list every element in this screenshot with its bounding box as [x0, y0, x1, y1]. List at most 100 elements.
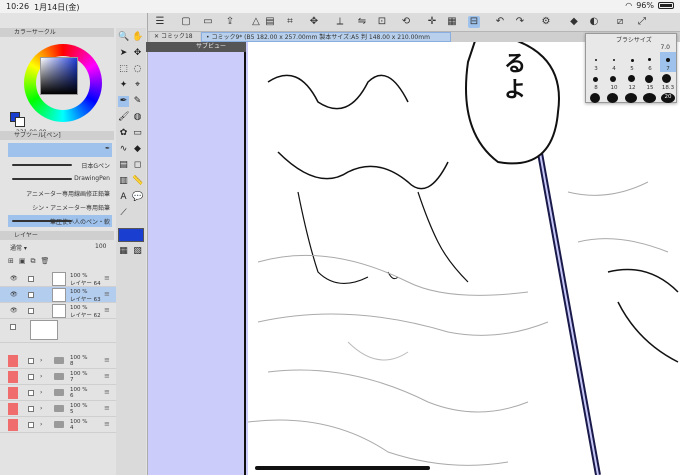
layer-menu-icon[interactable]: ≡: [104, 388, 110, 396]
open-file-icon[interactable]: ▭: [202, 16, 214, 28]
lasso-icon[interactable]: ◌: [132, 64, 143, 75]
select-all-icon[interactable]: ⌗: [284, 16, 296, 28]
eye-icon[interactable]: 👁: [10, 291, 18, 298]
export-icon[interactable]: ⇪: [224, 16, 236, 28]
tab-comic9[interactable]: • コミック9* (B5 182.00 x 257.00mm 製本サイズ:A5 …: [201, 32, 451, 51]
select-icon[interactable]: ⬚: [118, 64, 129, 75]
brush-size-value[interactable]: 7.0: [660, 44, 670, 51]
layer-menu-icon[interactable]: ≡: [104, 420, 110, 428]
delete-layer-icon[interactable]: 🗑: [41, 257, 55, 265]
sub-tool-icons[interactable]: ✒: [8, 143, 112, 157]
layer-menu-icon[interactable]: ≡: [104, 274, 110, 282]
new-layer-icon[interactable]: ⊞: [8, 257, 19, 265]
layer-menu-icon[interactable]: ≡: [104, 290, 110, 298]
canvas-area[interactable]: るよ: [148, 42, 680, 475]
layer-row-paper[interactable]: [0, 319, 116, 343]
operation-icon[interactable]: ➤: [118, 48, 129, 59]
color-set-icon[interactable]: ▦: [118, 246, 129, 257]
brush-dot[interactable]: [662, 74, 671, 83]
menu-icon[interactable]: ☰: [154, 16, 166, 28]
pen-tool-icon[interactable]: ✒: [118, 96, 129, 107]
eye-icon[interactable]: 👁: [10, 307, 18, 314]
ruler-icon[interactable]: 📏: [132, 176, 143, 187]
layer-menu-icon[interactable]: ≡: [104, 404, 110, 412]
color-history-icon[interactable]: ▧: [132, 246, 143, 257]
fill-layer-icon[interactable]: △: [250, 16, 262, 28]
main-color-icon[interactable]: [118, 228, 144, 242]
quick-icon[interactable]: ▤: [264, 16, 276, 28]
layer-row[interactable]: 👁 100 % レイヤー 64 ≡: [0, 271, 116, 287]
mirror-icon[interactable]: ⇋: [356, 16, 368, 28]
expand-arrow-icon[interactable]: ›: [40, 389, 42, 396]
sub-tool-item[interactable]: 筆圧使い人のペン・軟: [8, 215, 112, 227]
sub-tool-item[interactable]: シン・アニメーター専用鉛筆: [8, 201, 112, 213]
layer-check[interactable]: [28, 358, 34, 364]
figure-icon[interactable]: ◻: [132, 160, 143, 171]
move-icon[interactable]: ✥: [308, 16, 320, 28]
brush-dot[interactable]: [645, 75, 653, 83]
layer-menu-icon[interactable]: ≡: [104, 356, 110, 364]
blend-mode-select[interactable]: 通常 ▾: [10, 243, 27, 252]
layer-row[interactable]: › 100 % 8 ≡: [0, 353, 116, 369]
layer-row[interactable]: › 100 % 7 ≡: [0, 369, 116, 385]
layer-opacity[interactable]: 100: [95, 243, 106, 250]
sub-tool-item[interactable]: DrawingPen: [8, 173, 112, 185]
tab-comic18[interactable]: ✕ コミック18: [150, 32, 200, 42]
layer-row[interactable]: › 100 % 4 ≡: [0, 417, 116, 433]
layer-check[interactable]: [28, 374, 34, 380]
edit-icon[interactable]: ⧄: [614, 16, 626, 28]
layer-row[interactable]: 👁 100 % レイヤー 63 ≡: [0, 287, 116, 303]
frame-icon[interactable]: ▥: [118, 176, 129, 187]
brush-dot[interactable]: [593, 77, 598, 82]
fill-icon[interactable]: ◆: [132, 144, 143, 155]
brush-dot[interactable]: [610, 76, 616, 82]
zoom-icon[interactable]: 🔍: [118, 32, 129, 43]
layer-row[interactable]: 👁 100 % レイヤー 62 ≡: [0, 303, 116, 319]
brush-dot[interactable]: [625, 93, 637, 103]
layer-check[interactable]: [10, 324, 16, 330]
pan-icon[interactable]: ✛: [426, 16, 438, 28]
layer-check[interactable]: [28, 276, 34, 282]
brush-dot[interactable]: [631, 59, 634, 62]
sub-color-swatch[interactable]: [15, 117, 25, 127]
brush-dot[interactable]: [595, 59, 597, 61]
brush-dot[interactable]: [628, 75, 635, 82]
layer-row[interactable]: › 100 % 5 ≡: [0, 401, 116, 417]
text-icon[interactable]: A: [118, 192, 129, 203]
brush-icon[interactable]: 🖌: [118, 112, 129, 123]
gradient-icon[interactable]: ▤: [118, 160, 129, 171]
auto-select-icon[interactable]: ✦: [118, 80, 129, 91]
layer-check[interactable]: [28, 422, 34, 428]
balloon-icon[interactable]: 💬: [132, 192, 143, 203]
flip-icon[interactable]: ⟂: [334, 16, 346, 28]
sub-tool-item[interactable]: 日本Gペン: [8, 159, 112, 171]
correct-line-icon[interactable]: ⟋: [118, 208, 129, 219]
rotate-icon[interactable]: ⟲: [400, 16, 412, 28]
color-picker-icon[interactable]: ◐: [588, 16, 600, 28]
paint-bucket-icon[interactable]: ◆: [568, 16, 580, 28]
brush-dot[interactable]: [590, 93, 600, 103]
layer-row[interactable]: › 100 % 6 ≡: [0, 385, 116, 401]
layer-menu-icon[interactable]: ≡: [104, 306, 110, 314]
fullscreen-icon[interactable]: ⤢: [636, 16, 648, 28]
brush-dot[interactable]: [613, 59, 615, 61]
brush-dot[interactable]: [648, 58, 651, 61]
layer-check[interactable]: [28, 308, 34, 314]
redo-icon[interactable]: ↷: [514, 16, 526, 28]
hand-icon[interactable]: ✋: [132, 32, 143, 43]
expand-arrow-icon[interactable]: ›: [40, 421, 42, 428]
expand-arrow-icon[interactable]: ›: [40, 357, 42, 364]
settings-icon[interactable]: ⚙: [540, 16, 552, 28]
eye-icon[interactable]: 👁: [10, 275, 18, 282]
expand-arrow-icon[interactable]: ›: [40, 405, 42, 412]
blend-icon[interactable]: ∿: [118, 144, 129, 155]
color-saturation-square[interactable]: [40, 57, 78, 95]
layer-check[interactable]: [28, 292, 34, 298]
grid-icon[interactable]: ▦: [446, 16, 458, 28]
undo-icon[interactable]: ↶: [494, 16, 506, 28]
decoration-icon[interactable]: ✿: [118, 128, 129, 139]
new-folder-icon[interactable]: ▣: [19, 257, 31, 265]
layer-check[interactable]: [28, 406, 34, 412]
brush-dot[interactable]: [643, 93, 656, 103]
sub-tool-item[interactable]: アニメーター専用線画修正鉛筆: [8, 187, 112, 199]
